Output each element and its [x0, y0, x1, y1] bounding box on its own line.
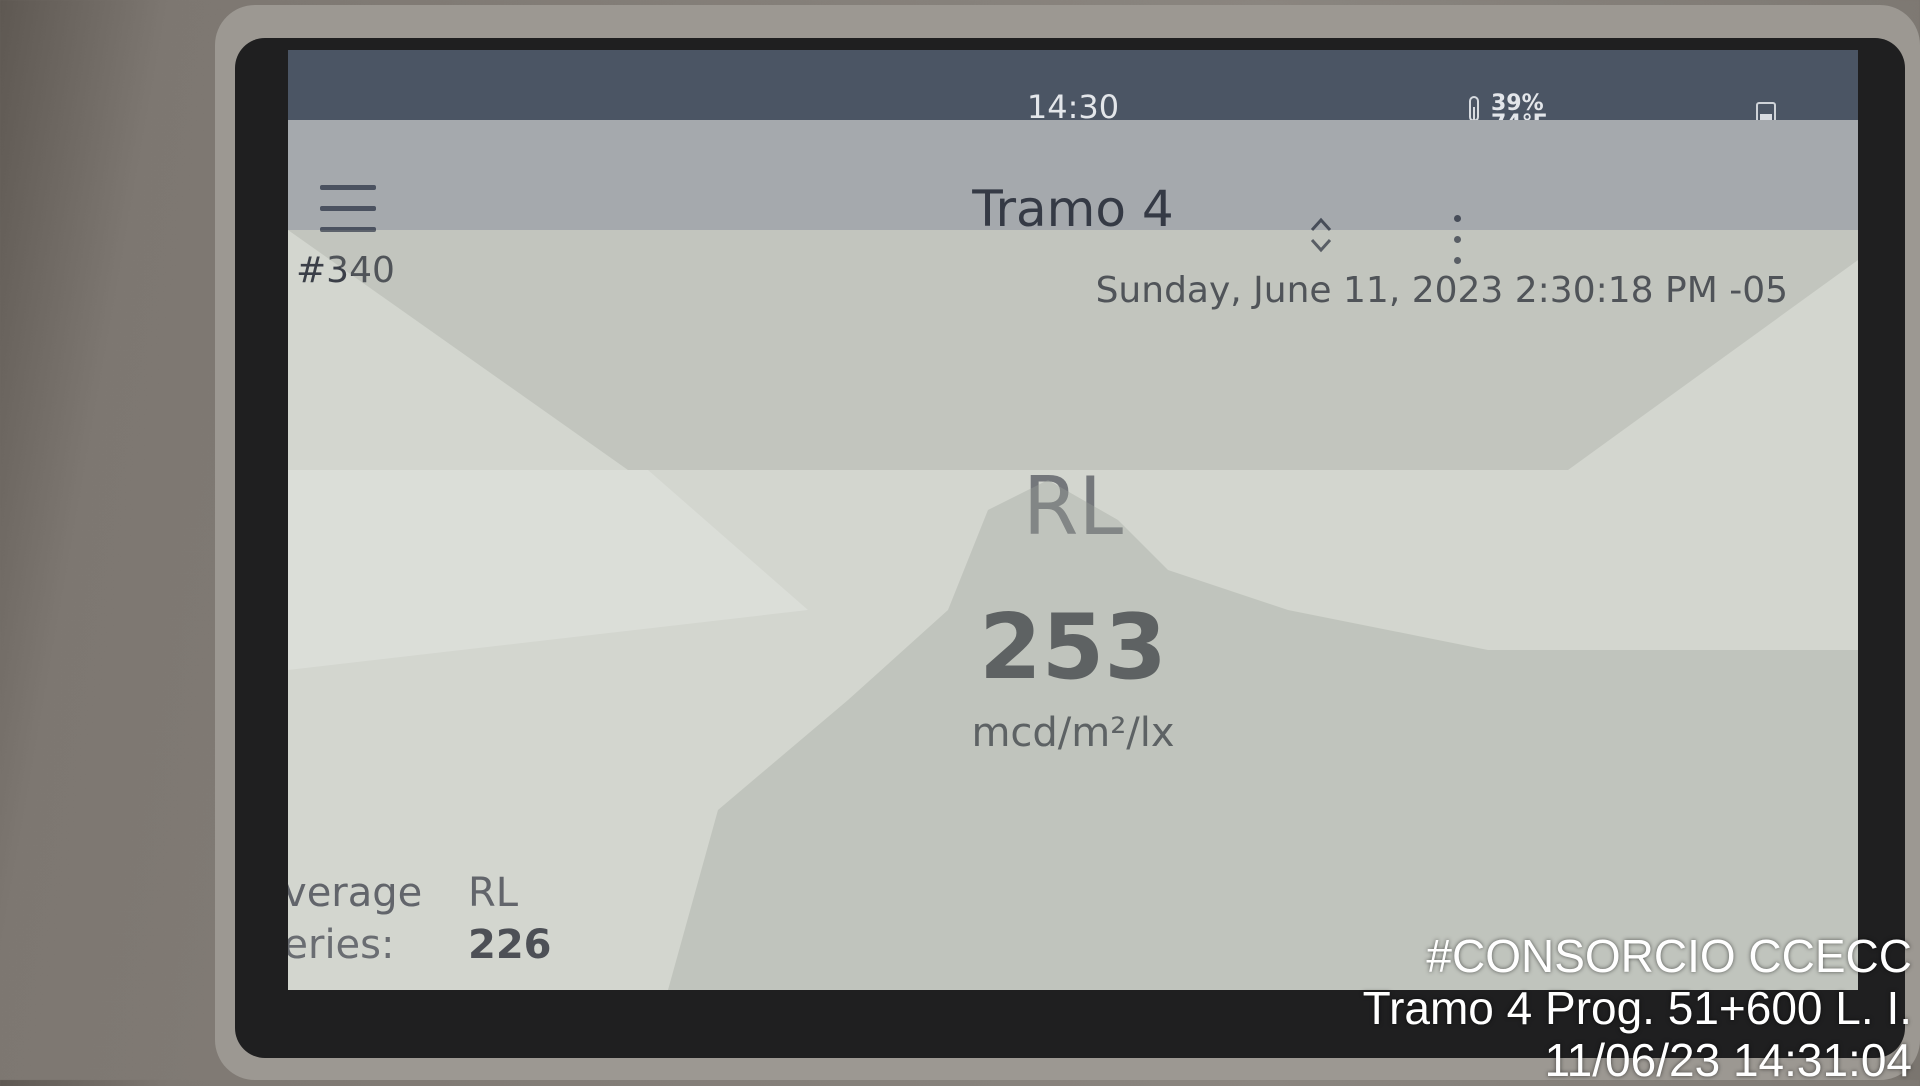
- measurement-panel: #340 Sunday, June 11, 2023 2:30:18 PM -0…: [288, 230, 1858, 990]
- series-label: Series:: [288, 922, 395, 968]
- average-value: 226: [468, 922, 552, 968]
- measurement-unit: mcd/m²/lx: [971, 710, 1175, 756]
- status-bar: 14:30 39% 74°F: [288, 50, 1858, 135]
- measurement-value: 253: [979, 595, 1167, 700]
- device-screen: 14:30 39% 74°F Tramo 4 #340 Sunday, June…: [288, 50, 1858, 990]
- average-metric: RL: [468, 870, 519, 916]
- measurement-label: RL: [1022, 460, 1124, 553]
- average-label: Average: [288, 870, 423, 916]
- title-bar: Tramo 4: [288, 120, 1858, 264]
- photo-timestamp-stamp: #CONSORCIO CCECC Tramo 4 Prog. 51+600 L.…: [1363, 930, 1912, 1086]
- record-number: #340: [296, 250, 395, 291]
- stamp-company: #CONSORCIO CCECC: [1426, 930, 1912, 982]
- stamp-location: Tramo 4 Prog. 51+600 L. I.: [1362, 982, 1912, 1034]
- record-datetime: Sunday, June 11, 2023 2:30:18 PM -05: [1095, 270, 1788, 311]
- average-series: Average RL Series: 226: [288, 870, 552, 968]
- stamp-datetime: 11/06/23 14:31:04: [1544, 1034, 1912, 1086]
